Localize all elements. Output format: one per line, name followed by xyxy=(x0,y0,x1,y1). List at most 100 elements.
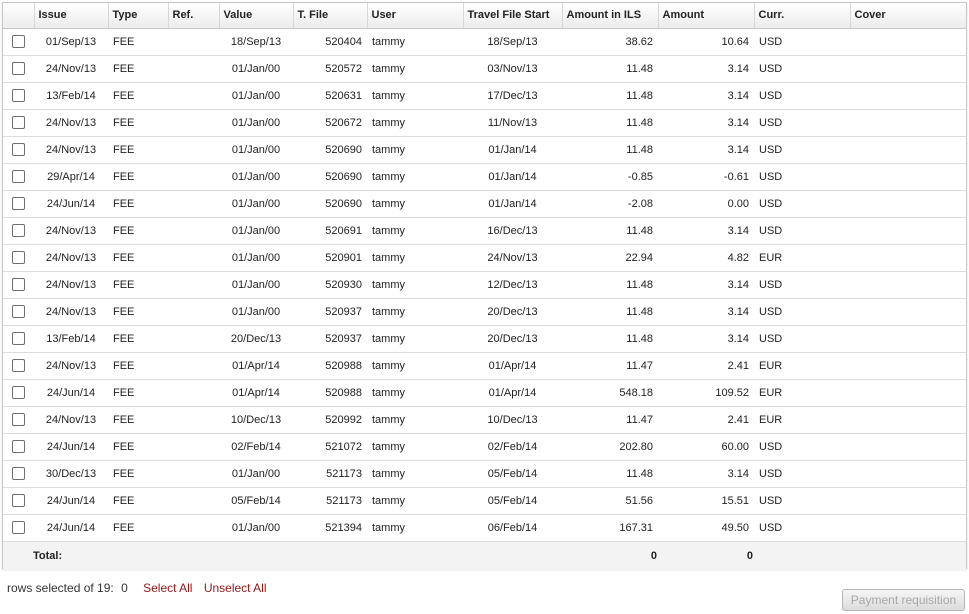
table-row[interactable]: 24/Nov/13 FEE 01/Jan/00 520691 tammy 16/Dec/1… xyxy=(3,217,966,245)
cell-amount-ils: 11.48 xyxy=(562,271,658,299)
cell-issue: 24/Nov/13 xyxy=(34,136,108,164)
col-header-tfile[interactable]: T. File xyxy=(292,3,367,29)
cell-type: FEE xyxy=(108,325,168,353)
cell-ref xyxy=(168,163,219,191)
unselect-all-link[interactable]: Unselect All xyxy=(204,581,267,595)
cell-ref xyxy=(168,244,219,272)
cell-ref xyxy=(168,109,219,137)
header-row: Issue Type Ref. Value T. File User Trave… xyxy=(3,3,966,29)
col-header-value[interactable]: Value xyxy=(218,3,293,29)
table-row[interactable]: 24/Nov/13 FEE 10/Dec/13 520992 tammy 10/Dec/1… xyxy=(3,406,966,434)
col-header-ref[interactable]: Ref. xyxy=(167,3,219,29)
table-row[interactable]: 13/Feb/14 FEE 01/Jan/00 520631 tammy 17/Dec/1… xyxy=(3,82,966,110)
cell-value: 01/Jan/00 xyxy=(219,217,293,245)
row-checkbox[interactable] xyxy=(12,494,25,507)
cell-ref xyxy=(168,514,219,542)
cell-ref xyxy=(168,136,219,164)
row-checkbox[interactable] xyxy=(12,116,25,129)
cell-ref xyxy=(168,379,219,407)
cell-cover xyxy=(850,28,966,56)
table-row[interactable]: 24/Nov/13 FEE 01/Jan/00 520937 tammy 20/Dec/1… xyxy=(3,298,966,326)
col-header-travel-file-start[interactable]: Travel File Start xyxy=(462,3,562,29)
cell-ref xyxy=(168,298,219,326)
cell-issue: 13/Feb/14 xyxy=(34,325,108,353)
cell-value: 02/Feb/14 xyxy=(219,433,293,461)
table-row[interactable]: 01/Sep/13 FEE 18/Sep/13 520404 tammy 18/Sep/1… xyxy=(3,28,966,56)
cell-travel-file-start: 20/Dec/13 xyxy=(463,325,562,353)
col-header-cover[interactable]: Cover xyxy=(849,3,966,29)
table-row[interactable]: 24/Jun/14 FEE 01/Apr/14 520988 tammy 01/Apr/1… xyxy=(3,379,966,407)
table-row[interactable]: 24/Nov/13 FEE 01/Jan/00 520930 tammy 12/Dec/1… xyxy=(3,271,966,299)
row-checkbox[interactable] xyxy=(12,413,25,426)
cell-amount-ils: -0.85 xyxy=(562,163,658,191)
table-row[interactable]: 29/Apr/14 FEE 01/Jan/00 520690 tammy 01/Jan/1… xyxy=(3,163,966,191)
row-checkbox[interactable] xyxy=(12,467,25,480)
table-row[interactable]: 24/Jun/14 FEE 02/Feb/14 521072 tammy 02/Feb/1… xyxy=(3,433,966,461)
row-checkbox[interactable] xyxy=(12,35,25,48)
table-row[interactable]: 30/Dec/13 FEE 01/Jan/00 521173 tammy 05/Feb/1… xyxy=(3,460,966,488)
row-checkbox[interactable] xyxy=(12,332,25,345)
table-row[interactable]: 24/Jun/14 FEE 01/Jan/00 520690 tammy 01/Jan/1… xyxy=(3,190,966,218)
cell-tfile: 521394 xyxy=(293,514,367,542)
table-row[interactable]: 24/Nov/13 FEE 01/Jan/00 520572 tammy 03/Nov/1… xyxy=(3,55,966,83)
rows-selected-count: 0 xyxy=(121,581,128,595)
cell-cover xyxy=(850,244,966,272)
table-row[interactable]: 24/Nov/13 FEE 01/Jan/00 520690 tammy 01/Jan/1… xyxy=(3,136,966,164)
table-row[interactable]: 24/Nov/13 FEE 01/Jan/00 520672 tammy 11/Nov/1… xyxy=(3,109,966,137)
table-row[interactable]: 24/Nov/13 FEE 01/Apr/14 520988 tammy 01/Apr/1… xyxy=(3,352,966,380)
table-row[interactable]: 24/Jun/14 FEE 01/Jan/00 521394 tammy 06/Feb/1… xyxy=(3,514,966,542)
cell-currency: USD xyxy=(754,55,850,83)
col-header-issue[interactable]: Issue xyxy=(33,3,108,29)
cell-ref xyxy=(168,217,219,245)
row-checkbox[interactable] xyxy=(12,89,25,102)
col-header-select[interactable] xyxy=(3,3,34,29)
cell-travel-file-start: 01/Jan/14 xyxy=(463,136,562,164)
cell-type: FEE xyxy=(108,217,168,245)
row-checkbox[interactable] xyxy=(12,359,25,372)
cell-user: tammy xyxy=(367,406,463,434)
cell-travel-file-start: 06/Feb/14 xyxy=(463,514,562,542)
select-all-link[interactable]: Select All xyxy=(143,581,192,595)
row-checkbox[interactable] xyxy=(12,170,25,183)
cell-amount-ils: 11.48 xyxy=(562,217,658,245)
row-checkbox[interactable] xyxy=(12,386,25,399)
cell-amount-ils: 11.48 xyxy=(562,109,658,137)
grid-body: 01/Sep/13 FEE 18/Sep/13 520404 tammy 18/Sep/1… xyxy=(3,28,966,542)
cell-currency: USD xyxy=(754,271,850,299)
col-header-currency[interactable]: Curr. xyxy=(753,3,850,29)
cell-travel-file-start: 18/Sep/13 xyxy=(463,28,562,56)
cell-amount: 15.51 xyxy=(658,487,754,515)
row-checkbox[interactable] xyxy=(12,305,25,318)
cell-type: FEE xyxy=(108,406,168,434)
table-row[interactable]: 13/Feb/14 FEE 20/Dec/13 520937 tammy 20/Dec/1… xyxy=(3,325,966,353)
cell-amount-ils: 22.94 xyxy=(562,244,658,272)
table-row[interactable]: 24/Jun/14 FEE 05/Feb/14 521173 tammy 05/Feb/1… xyxy=(3,487,966,515)
row-checkbox[interactable] xyxy=(12,440,25,453)
cell-issue: 24/Jun/14 xyxy=(34,487,108,515)
cell-user: tammy xyxy=(367,163,463,191)
row-checkbox[interactable] xyxy=(12,197,25,210)
row-select-cell xyxy=(3,136,34,164)
col-header-amount[interactable]: Amount xyxy=(657,3,754,29)
cell-currency: EUR xyxy=(754,406,850,434)
payment-requisition-button[interactable]: Payment requisition xyxy=(842,589,965,611)
row-checkbox[interactable] xyxy=(12,251,25,264)
cell-type: FEE xyxy=(108,352,168,380)
cell-type: FEE xyxy=(108,163,168,191)
cell-currency: USD xyxy=(754,190,850,218)
row-checkbox[interactable] xyxy=(12,521,25,534)
cell-cover xyxy=(850,325,966,353)
row-checkbox[interactable] xyxy=(12,143,25,156)
cell-tfile: 521173 xyxy=(293,460,367,488)
col-header-amount-ils[interactable]: Amount in ILS xyxy=(561,3,658,29)
row-checkbox[interactable] xyxy=(12,62,25,75)
cell-amount-ils: 11.48 xyxy=(562,82,658,110)
col-header-type[interactable]: Type xyxy=(107,3,168,29)
row-checkbox[interactable] xyxy=(12,224,25,237)
row-checkbox[interactable] xyxy=(12,278,25,291)
col-header-user[interactable]: User xyxy=(366,3,463,29)
table-row[interactable]: 24/Nov/13 FEE 01/Jan/00 520901 tammy 24/Nov/1… xyxy=(3,244,966,272)
cell-issue: 24/Nov/13 xyxy=(34,217,108,245)
cell-tfile: 520404 xyxy=(293,28,367,56)
cell-issue: 24/Nov/13 xyxy=(34,298,108,326)
